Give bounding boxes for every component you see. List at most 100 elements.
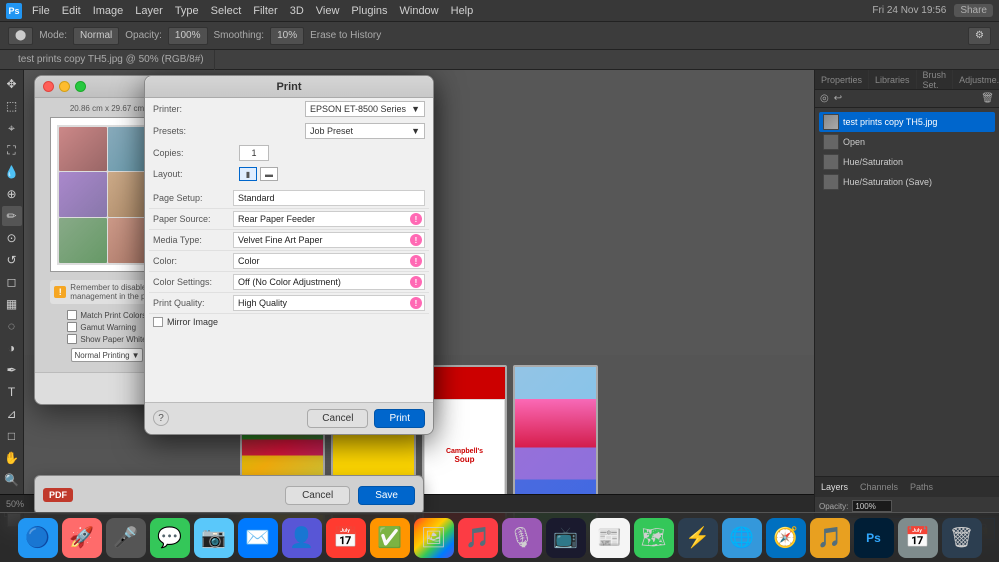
menu-plugins[interactable]: Plugins [351, 5, 387, 17]
eraser-tool[interactable]: ◻ [2, 272, 22, 292]
history-item-3[interactable]: Hue/Saturation (Save) [819, 172, 995, 192]
pdf-cancel-button[interactable]: Cancel [285, 486, 350, 505]
dock-spotify[interactable]: 🎵 [810, 518, 850, 558]
dock-contacts[interactable]: 👤 [282, 518, 322, 558]
system-printer-value[interactable]: EPSON ET-8500 Series ▼ [305, 101, 425, 117]
dock-siri[interactable]: 🎤 [106, 518, 146, 558]
layer-opacity-input[interactable]: 100% [852, 500, 892, 512]
printing-mode-dropdown[interactable]: Normal Printing ▼ [71, 348, 142, 362]
toolbar-settings[interactable]: ⚙ [968, 27, 991, 45]
minimize-button[interactable] [59, 81, 70, 92]
menu-edit[interactable]: Edit [62, 5, 81, 17]
system-color-settings-value[interactable]: Off (No Color Adjustment) ! [233, 274, 425, 290]
landscape-layout-icon[interactable]: ▬ [260, 167, 278, 181]
delete-history-icon[interactable]: 🗑 [980, 92, 995, 105]
heal-tool[interactable]: ⊕ [2, 184, 22, 204]
channels-tab[interactable]: Channels [854, 477, 904, 497]
system-color-value[interactable]: Color ! [233, 253, 425, 269]
menu-type[interactable]: Type [175, 5, 199, 17]
system-paper-source-value[interactable]: Rear Paper Feeder ! [233, 211, 425, 227]
mode-selector[interactable]: Normal [73, 27, 119, 45]
text-tool[interactable]: T [2, 382, 22, 402]
help-button[interactable]: ? [153, 410, 169, 426]
libraries-tab[interactable]: Libraries [869, 70, 917, 89]
gradient-tool[interactable]: ▦ [2, 294, 22, 314]
system-cancel-button[interactable]: Cancel [307, 409, 368, 428]
system-print-button[interactable]: Print [374, 409, 425, 428]
dock-shortcuts[interactable]: ⚡ [678, 518, 718, 558]
menu-select[interactable]: Select [211, 5, 242, 17]
system-copies-input[interactable]: 1 [239, 145, 269, 161]
match-colors-checkbox[interactable] [67, 310, 77, 320]
menu-window[interactable]: Window [400, 5, 439, 17]
dock-music[interactable]: 🎵 [458, 518, 498, 558]
maximize-button[interactable] [75, 81, 86, 92]
eyedropper-tool[interactable]: 💧 [2, 162, 22, 182]
dock-facetime[interactable]: 📷 [194, 518, 234, 558]
dock-safari[interactable]: 🧭 [766, 518, 806, 558]
smoothing-value[interactable]: 10% [270, 27, 304, 45]
brush-tool[interactable]: ✏ [2, 206, 22, 226]
dock-maps[interactable]: 🗺 [634, 518, 674, 558]
gamut-warning-checkbox[interactable] [67, 322, 77, 332]
file-tab[interactable]: test prints copy TH5.jpg @ 50% (RGB/8#) [8, 50, 215, 70]
clone-tool[interactable]: ⊙ [2, 228, 22, 248]
adjustments-tab[interactable]: Adjustme. [953, 70, 999, 89]
share-button[interactable]: Share [954, 4, 993, 17]
system-presets-value[interactable]: Job Preset ▼ [305, 123, 425, 139]
dock-news[interactable]: 📰 [590, 518, 630, 558]
dock-messages[interactable]: 💬 [150, 518, 190, 558]
paper-white-check[interactable]: Show Paper White [67, 334, 146, 344]
dock-podcasts[interactable]: 🎙 [502, 518, 542, 558]
menu-help[interactable]: Help [451, 5, 474, 17]
system-page-setup-value[interactable]: Standard [233, 190, 425, 206]
move-tool[interactable]: ✥ [2, 74, 22, 94]
system-media-value[interactable]: Velvet Fine Art Paper ! [233, 232, 425, 248]
gamut-warning-check[interactable]: Gamut Warning [67, 322, 146, 332]
blur-tool[interactable]: ◌ [2, 316, 22, 336]
system-mirror-checkbox[interactable] [153, 317, 163, 327]
portrait-layout-icon[interactable]: ▮ [239, 167, 257, 181]
dock-chrome[interactable]: 🌐 [722, 518, 762, 558]
dock-calendar[interactable]: 📅 [326, 518, 366, 558]
zoom-tool[interactable]: 🔍 [2, 470, 22, 490]
paths-tab[interactable]: Paths [904, 477, 939, 497]
opacity-value[interactable]: 100% [168, 27, 208, 45]
layers-tab[interactable]: Layers [815, 477, 854, 497]
lasso-tool[interactable]: ⌖ [2, 118, 22, 138]
menu-file[interactable]: File [32, 5, 50, 17]
history-item-2[interactable]: Hue/Saturation [819, 152, 995, 172]
menu-layer[interactable]: Layer [135, 5, 163, 17]
printing-mode-select[interactable]: Normal Printing ▼ [71, 348, 142, 362]
history-item-0[interactable]: test prints copy TH5.jpg [819, 112, 995, 132]
dock-calendar-2[interactable]: 📅 [898, 518, 938, 558]
paper-white-checkbox[interactable] [67, 334, 77, 344]
history-item-1[interactable]: Open [819, 132, 995, 152]
dodge-tool[interactable]: ◑ [2, 338, 22, 358]
select-tool[interactable]: ⬚ [2, 96, 22, 116]
crop-tool[interactable]: ⛶ [2, 140, 22, 160]
history-back-icon[interactable]: ↩ [833, 92, 843, 105]
brush-settings-tab[interactable]: Brush Set. [917, 70, 954, 89]
dock-mail[interactable]: ✉️ [238, 518, 278, 558]
menu-image[interactable]: Image [93, 5, 124, 17]
dock-tv[interactable]: 📺 [546, 518, 586, 558]
menu-items[interactable]: File Edit Image Layer Type Select Filter… [32, 5, 473, 17]
history-brush-tool[interactable]: ↺ [2, 250, 22, 270]
dock-photos[interactable]: 🖼 [414, 518, 454, 558]
close-button[interactable] [43, 81, 54, 92]
menu-3d[interactable]: 3D [290, 5, 304, 17]
hand-tool[interactable]: ✋ [2, 448, 22, 468]
dock-reminders[interactable]: ✅ [370, 518, 410, 558]
dock-trash[interactable]: 🗑 [942, 518, 982, 558]
dock-finder[interactable]: 🔵 [18, 518, 58, 558]
system-print-quality-value[interactable]: High Quality ! [233, 295, 425, 311]
new-snapshot-icon[interactable]: ◎ [819, 92, 830, 105]
match-colors-check[interactable]: Match Print Colors [67, 310, 146, 320]
path-tool[interactable]: ⊿ [2, 404, 22, 424]
properties-tab[interactable]: Properties [815, 70, 869, 89]
menu-view[interactable]: View [316, 5, 340, 17]
dock-photoshop[interactable]: Ps [854, 518, 894, 558]
pen-tool[interactable]: ✒ [2, 360, 22, 380]
tool-brush-size[interactable]: ⬤ [8, 27, 33, 45]
